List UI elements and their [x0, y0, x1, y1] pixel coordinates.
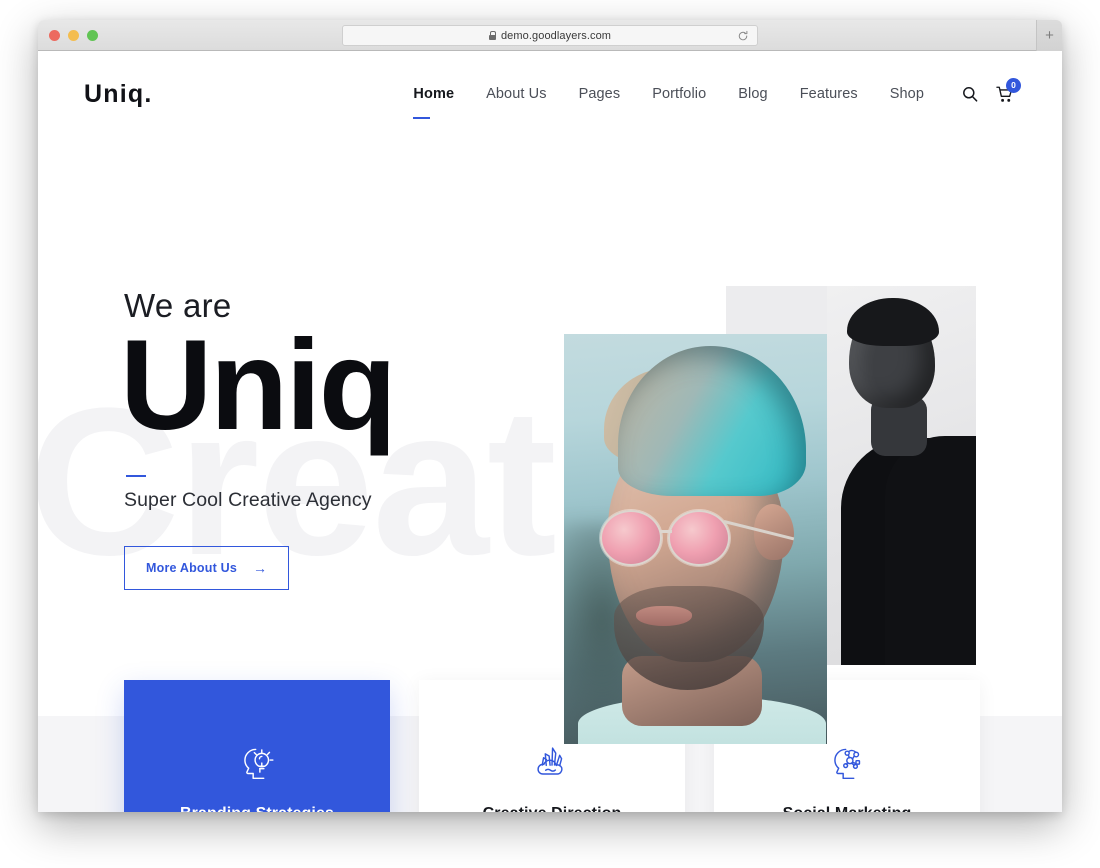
new-tab-button[interactable]: +	[1036, 20, 1062, 51]
services-card-list: Branding Strategies	[124, 680, 980, 812]
hero-photo-bw-portrait	[827, 286, 976, 665]
nav-item-shop[interactable]: Shop	[874, 86, 940, 102]
hero-divider-dash	[126, 474, 146, 478]
main-navigation: Home About Us Pages Portfolio Blog Featu…	[397, 77, 1021, 119]
site-header: Uniq. Home About Us Pages Portfolio Blog…	[38, 51, 1062, 137]
hero-copy: We are Uniq Super Cool Creative Agency M…	[120, 287, 397, 591]
pencils-cloud-icon	[537, 747, 563, 775]
more-about-us-label: More About Us	[146, 561, 238, 576]
reload-icon[interactable]	[737, 30, 749, 42]
nav-item-home[interactable]: Home	[397, 86, 470, 119]
arrow-right-icon: →	[253, 560, 268, 577]
nav-item-blog[interactable]: Blog	[722, 86, 783, 102]
address-bar[interactable]: demo.goodlayers.com	[342, 25, 758, 46]
nav-item-about-us[interactable]: About Us	[470, 86, 562, 102]
lock-icon	[488, 31, 497, 40]
site-viewport: Uniq. Home About Us Pages Portfolio Blog…	[38, 51, 1062, 812]
service-card-title: Social Marketing	[783, 805, 912, 812]
hero-title: Uniq	[120, 314, 397, 457]
service-card-title: Creative Direction	[483, 805, 622, 812]
browser-window: demo.goodlayers.com + Uniq. Home About U…	[38, 20, 1062, 812]
header-icons: 0	[962, 77, 1021, 103]
more-about-us-button[interactable]: More About Us →	[124, 546, 290, 591]
url-text: demo.goodlayers.com	[500, 29, 612, 42]
site-logo[interactable]: Uniq.	[84, 80, 153, 109]
browser-chrome: demo.goodlayers.com +	[38, 20, 1062, 51]
zoom-window-button[interactable]	[87, 30, 98, 41]
minimize-window-button[interactable]	[68, 30, 79, 41]
hero-photo-color-portrait	[564, 334, 827, 744]
head-network-icon	[834, 748, 861, 780]
search-icon[interactable]	[962, 86, 978, 102]
service-card-branding-strategies[interactable]: Branding Strategies	[124, 680, 390, 812]
hero-subtitle: Super Cool Creative Agency	[124, 489, 372, 512]
cart-button[interactable]: 0	[996, 77, 1021, 103]
cart-count-badge: 0	[1006, 77, 1021, 93]
close-window-button[interactable]	[49, 30, 60, 41]
window-controls[interactable]	[49, 30, 98, 41]
service-card-title: Branding Strategies	[180, 805, 334, 812]
nav-item-portfolio[interactable]: Portfolio	[636, 86, 722, 102]
screenshot-root: demo.goodlayers.com + Uniq. Home About U…	[0, 0, 1100, 868]
head-lightbulb-icon	[244, 748, 274, 780]
nav-item-features[interactable]: Features	[784, 86, 874, 102]
nav-item-pages[interactable]: Pages	[563, 86, 637, 102]
